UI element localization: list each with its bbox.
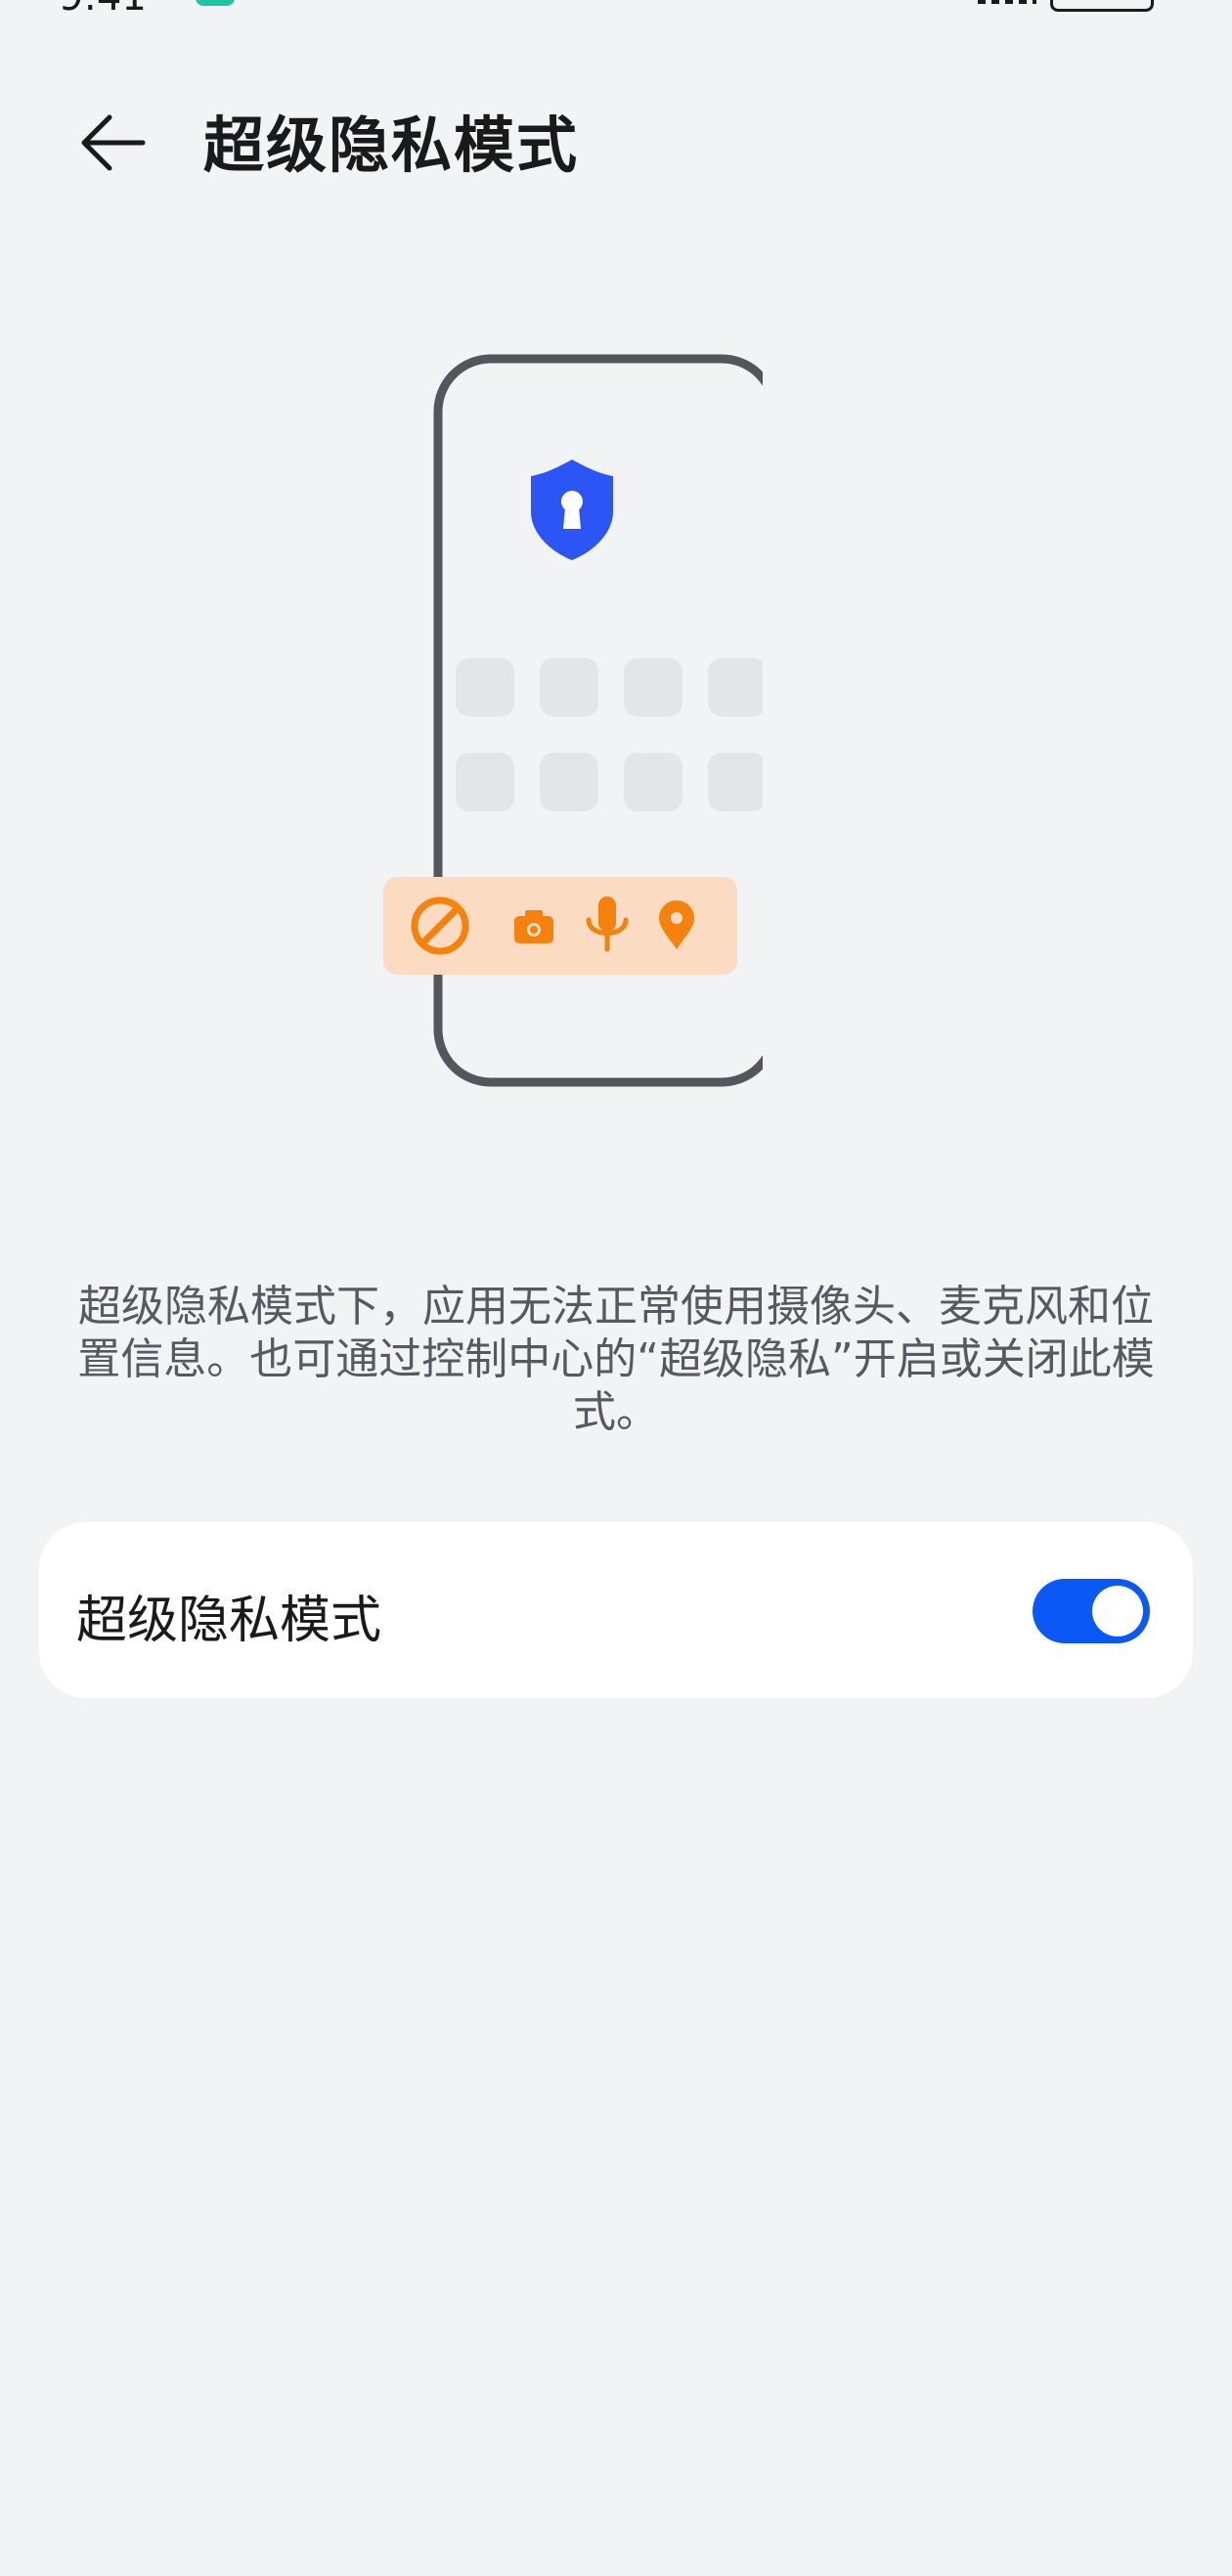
page-title: 超级隐私模式 xyxy=(203,109,580,181)
back-button[interactable] xyxy=(68,98,158,188)
app-placeholder xyxy=(708,753,767,811)
signal-icon xyxy=(978,0,1036,4)
description-text: 超级隐私模式下，应用无法正常使用摄像头、麦克风和位置信息。也可通过控制中心的“超… xyxy=(77,1282,1155,1437)
shield-lock-icon xyxy=(531,459,613,560)
app-placeholder xyxy=(540,658,598,717)
super-privacy-setting-row[interactable]: 超级隐私模式 xyxy=(39,1522,1193,1698)
super-privacy-toggle[interactable] xyxy=(1033,1579,1150,1643)
arrow-left-icon xyxy=(81,114,146,171)
app-placeholder xyxy=(540,753,598,811)
battery-icon xyxy=(1050,0,1154,12)
app-placeholder xyxy=(456,753,514,811)
status-time: 9:41 xyxy=(59,0,147,16)
app-placeholder xyxy=(624,753,682,811)
setting-label: 超级隐私模式 xyxy=(76,1592,382,1650)
header: 超级隐私模式 xyxy=(0,78,1232,186)
privacy-illustration xyxy=(372,347,779,1110)
notification-icon xyxy=(196,0,235,6)
toggle-knob xyxy=(1092,1586,1143,1637)
status-bar: 9:41 xyxy=(0,0,1232,16)
app-placeholder xyxy=(624,658,682,717)
app-placeholder xyxy=(708,658,767,717)
app-placeholder xyxy=(456,658,514,717)
